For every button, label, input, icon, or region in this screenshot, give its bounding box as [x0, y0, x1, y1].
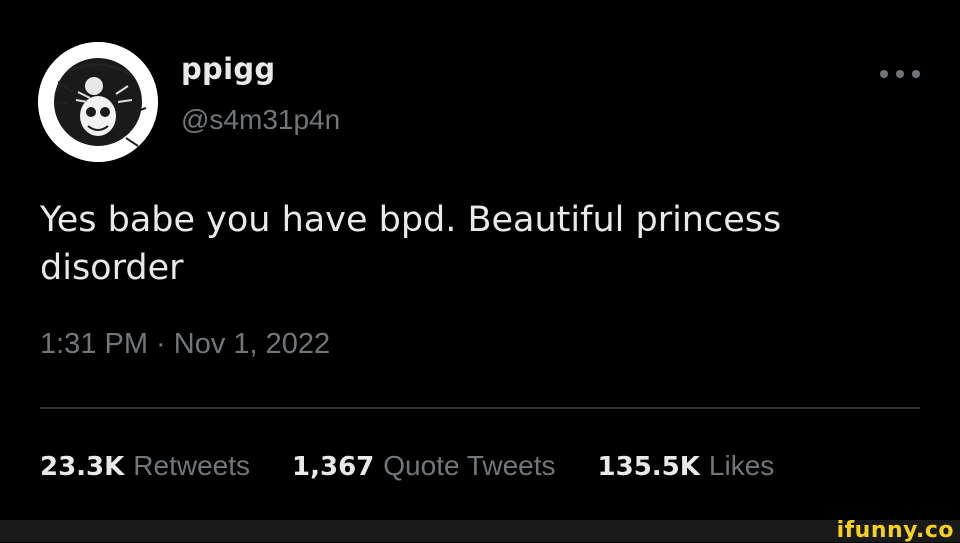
- more-horizontal-icon: [912, 70, 920, 78]
- divider: [40, 407, 920, 409]
- tweet-card: ppigg @s4m31p4n Yes babe you have bpd. B…: [0, 0, 960, 520]
- engagement-stats: 23.3K Retweets 1,367 Quote Tweets 135.5K…: [40, 450, 816, 490]
- likes-stat[interactable]: 135.5K Likes: [598, 450, 775, 482]
- quote-tweets-count: 1,367: [292, 452, 375, 482]
- retweets-count: 23.3K: [40, 452, 125, 482]
- quote-tweets-label: Quote Tweets: [383, 450, 556, 481]
- profile-avatar[interactable]: [38, 42, 158, 162]
- more-horizontal-icon: [896, 70, 904, 78]
- tweet-text: Yes babe you have bpd. Beautiful princes…: [40, 200, 782, 288]
- retweets-stat[interactable]: 23.3K Retweets: [40, 450, 250, 482]
- more-options-button[interactable]: [880, 60, 920, 88]
- likes-count: 135.5K: [597, 452, 700, 482]
- retweets-label: Retweets: [133, 450, 251, 481]
- quote-tweets-stat[interactable]: 1,367 Quote Tweets: [292, 450, 556, 482]
- skull-patch-avatar-icon: [38, 42, 158, 162]
- more-horizontal-icon: [880, 70, 888, 78]
- ifunny-watermark: ifunny.co: [836, 518, 954, 543]
- watermark-bar: [0, 520, 960, 542]
- author-handle[interactable]: @s4m31p4n: [181, 104, 340, 136]
- author-display-name[interactable]: ppigg: [181, 52, 275, 86]
- tweet-timestamp[interactable]: 1:31 PM · Nov 1, 2022: [40, 328, 330, 361]
- likes-label: Likes: [708, 450, 775, 481]
